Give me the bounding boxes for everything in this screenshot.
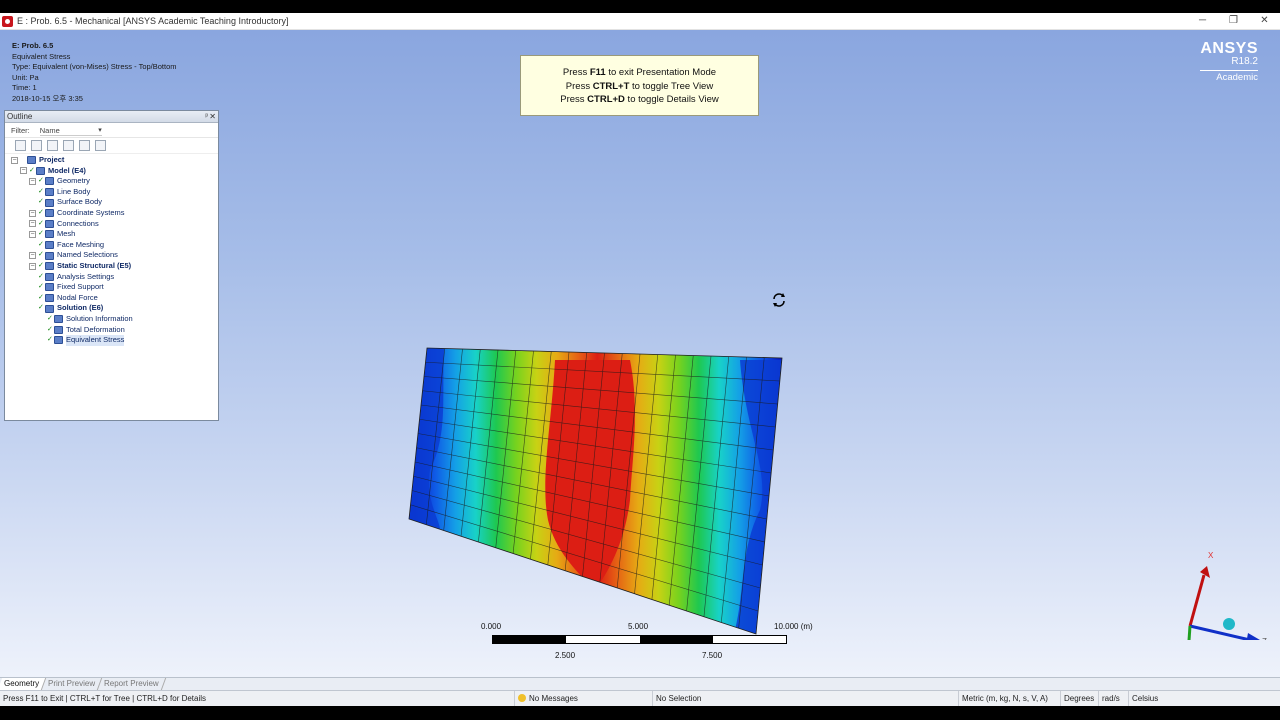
top-black-bar [0, 0, 1280, 13]
triad-x-label: X [1208, 551, 1214, 560]
scale-label-5: 5.000 [628, 622, 649, 631]
status-rate-unit[interactable]: rad/s [1098, 691, 1128, 706]
triad-z-axis [1189, 624, 1251, 640]
triad-y-axis [1187, 625, 1192, 640]
triad-iso-ball[interactable] [1223, 618, 1235, 630]
bottom-black-bar [0, 706, 1280, 720]
rotate-cursor-icon [773, 293, 785, 307]
status-temp-unit[interactable]: Celsius [1128, 691, 1280, 706]
messages-icon [518, 694, 526, 702]
window-title: E : Prob. 6.5 - Mechanical [ANSYS Academ… [17, 16, 289, 26]
scale-bar-graphic [492, 635, 787, 644]
window-titlebar: E : Prob. 6.5 - Mechanical [ANSYS Academ… [0, 13, 1280, 30]
scale-label-7-5: 7.500 [702, 651, 723, 660]
tab-report-preview[interactable]: Report Preview [98, 678, 167, 690]
scale-label-10: 10.000 (m) [774, 622, 813, 631]
status-selection: No Selection [652, 691, 958, 706]
status-bar: Press F11 to Exit | CTRL+T for Tree | CT… [0, 690, 1280, 706]
stress-contour-plot[interactable] [0, 30, 1280, 677]
triad-z-arrow [1246, 633, 1260, 640]
scale-label-0: 0.000 [481, 622, 502, 631]
tab-geometry[interactable]: Geometry [0, 678, 47, 690]
triad-x-axis [1188, 574, 1206, 627]
status-hint: Press F11 to Exit | CTRL+T for Tree | CT… [3, 694, 207, 703]
status-units[interactable]: Metric (m, kg, N, s, V, A) [958, 691, 1058, 706]
minimize-button[interactable]: ─ [1187, 13, 1218, 30]
status-messages[interactable]: No Messages [514, 691, 652, 706]
graphics-viewport[interactable]: E: Prob. 6.5 Equivalent Stress Type: Equ… [0, 30, 1280, 677]
status-angle-unit[interactable]: Degrees [1060, 691, 1096, 706]
scale-label-2-5: 2.500 [555, 651, 576, 660]
restore-button[interactable]: ❐ [1218, 13, 1249, 30]
close-button[interactable]: ✕ [1249, 13, 1280, 30]
coordinate-triad[interactable]: X Z [1170, 520, 1270, 640]
plate-body [409, 348, 782, 634]
tab-print-preview[interactable]: Print Preview [41, 678, 103, 690]
triad-z-label: Z [1262, 637, 1267, 640]
view-tabs: Geometry Print Preview Report Preview [0, 677, 1280, 690]
ansys-app-icon [2, 15, 13, 27]
status-messages-label: No Messages [529, 694, 578, 703]
scale-bar: 0.000 5.000 10.000 (m) 2.500 7.500 [478, 622, 818, 672]
